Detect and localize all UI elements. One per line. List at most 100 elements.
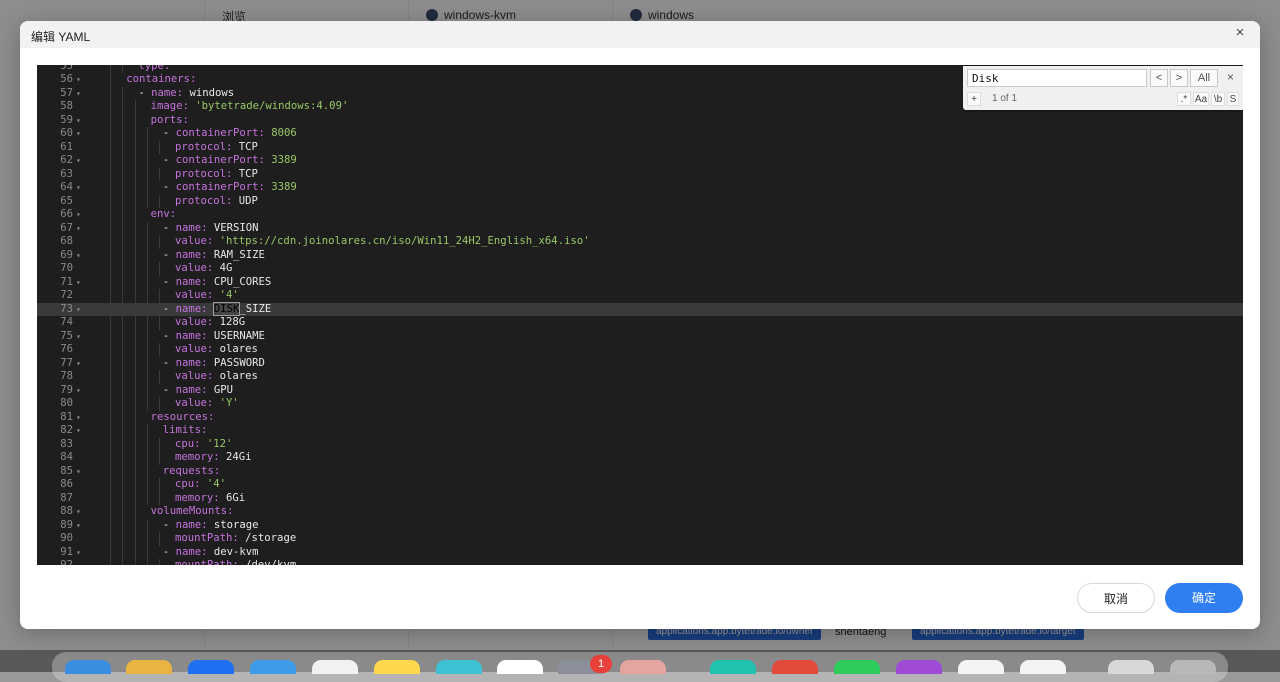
indent-guide	[122, 302, 124, 316]
fold-toggle-icon[interactable]: ▾	[76, 330, 81, 344]
fold-toggle-icon[interactable]: ▾	[76, 276, 81, 290]
indent-guide	[146, 383, 148, 397]
indent-guide	[110, 221, 112, 235]
confirm-button[interactable]: 确定	[1165, 583, 1243, 613]
code-token: name:	[175, 545, 214, 558]
indent-guide	[159, 559, 160, 565]
indent-guide	[159, 491, 160, 505]
indent-guide	[122, 113, 124, 127]
fold-toggle-icon[interactable]: ▾	[76, 154, 81, 168]
code-line: - name: dev-kvm	[163, 546, 259, 560]
fold-toggle-icon[interactable]: ▾	[76, 208, 81, 222]
code-line: mountPath: /storage	[175, 532, 296, 546]
fold-toggle-icon[interactable]: ▾	[76, 357, 81, 371]
code-line: image: 'bytetrade/windows:4.09'	[151, 100, 349, 114]
fold-toggle-icon[interactable]: ▾	[76, 505, 81, 519]
close-icon[interactable]: ×	[1232, 25, 1248, 41]
code-token: -	[162, 221, 176, 234]
code-line: cpu: '4'	[175, 478, 226, 492]
whole-word-toggle[interactable]: \b	[1211, 92, 1225, 106]
indent-guide	[110, 532, 112, 546]
find-all-button[interactable]: All	[1190, 69, 1218, 87]
line-number: 69	[60, 248, 73, 261]
code-token: -	[162, 127, 176, 139]
code-line: value: olares	[175, 343, 258, 357]
code-token: 4G	[219, 262, 233, 274]
code-token: /storage	[245, 532, 297, 544]
code-token: USERNAME	[213, 329, 265, 342]
line-number: 67	[60, 221, 73, 234]
code-token: protocol:	[175, 140, 239, 153]
indent-guide	[110, 181, 112, 195]
next-match-button[interactable]: >	[1170, 69, 1188, 87]
indent-guide	[122, 316, 124, 330]
fold-toggle-icon[interactable]: ▾	[76, 222, 81, 236]
indent-guide	[122, 383, 124, 397]
prev-match-button[interactable]: <	[1150, 69, 1168, 87]
code-line: resources:	[151, 411, 215, 425]
code-token: cpu:	[175, 478, 207, 490]
line-number: 86	[60, 478, 73, 490]
fold-toggle-icon[interactable]: ▾	[76, 546, 81, 560]
fold-toggle-icon[interactable]: ▾	[76, 303, 81, 317]
close-search-icon[interactable]: ×	[1227, 70, 1234, 84]
indent-guide	[134, 262, 136, 276]
line-number: 70	[60, 262, 73, 274]
indent-guide	[159, 262, 160, 276]
code-line: - name: storage	[163, 519, 259, 533]
indent-guide	[146, 329, 148, 343]
code-token: '4'	[219, 289, 239, 301]
indent-guide	[146, 275, 148, 289]
fold-toggle-icon[interactable]: ▾	[76, 424, 81, 438]
code-token: -	[162, 154, 176, 166]
code-token: olares	[219, 370, 258, 382]
code-token: containers:	[126, 73, 197, 85]
indent-guide	[110, 113, 112, 127]
cancel-button[interactable]: 取消	[1077, 583, 1155, 613]
indent-guide	[122, 437, 124, 451]
search-input[interactable]	[967, 69, 1147, 87]
indent-guide	[122, 235, 124, 249]
fold-toggle-icon[interactable]: ▾	[76, 127, 81, 141]
code-token: name:	[175, 356, 214, 369]
code-token: '4'	[206, 478, 227, 490]
fold-toggle-icon[interactable]: ▾	[76, 181, 81, 195]
fold-toggle-icon[interactable]: ▾	[76, 411, 81, 425]
indent-guide	[122, 194, 124, 208]
indent-guide	[159, 140, 160, 154]
indent-guide	[146, 437, 148, 451]
line-number: 71	[60, 275, 73, 288]
search-in-selection-toggle[interactable]: S	[1227, 92, 1239, 106]
code-area[interactable]: type: containers: - name: windows image: 'b…	[85, 65, 1243, 565]
fold-toggle-icon[interactable]: ▾	[76, 87, 81, 101]
fold-toggle-icon[interactable]: ▾	[76, 249, 81, 263]
fold-toggle-icon[interactable]: ▾	[76, 519, 81, 533]
code-token: CPU_CORES	[213, 275, 272, 288]
indent-guide	[134, 424, 136, 438]
fold-toggle-icon[interactable]: ▾	[76, 73, 81, 87]
line-number: 79	[60, 383, 73, 396]
indent-guide	[134, 451, 136, 465]
case-sensitive-toggle[interactable]: Aa	[1193, 92, 1209, 106]
indent-guide	[134, 289, 136, 303]
replace-toggle-button[interactable]: +	[967, 92, 981, 106]
indent-guide	[134, 491, 136, 505]
indent-guide	[122, 464, 124, 478]
yaml-code-editor[interactable]: 55 56 ▾ 57 ▾ 58 59 ▾ 60 ▾ 61 62 ▾ 63 64 ▾ 65 66 ▾ 67 ▾ 68 69 ▾ 7…	[37, 65, 1243, 565]
indent-guide	[146, 545, 148, 559]
indent-guide	[134, 154, 136, 168]
code-token: TCP	[238, 140, 258, 153]
fold-toggle-icon[interactable]: ▾	[76, 465, 81, 479]
code-token: VERSION	[213, 221, 259, 234]
indent-guide	[134, 545, 136, 559]
indent-guide	[134, 343, 136, 357]
code-line: containers:	[126, 73, 196, 87]
code-token: -	[138, 86, 152, 99]
fold-toggle-icon[interactable]: ▾	[76, 114, 81, 128]
fold-toggle-icon[interactable]: ▾	[76, 384, 81, 398]
code-token: 'https://cdn.joinolares.cn/iso/Win11_24H…	[219, 235, 590, 247]
indent-guide	[146, 532, 148, 546]
regex-toggle[interactable]: .*	[1177, 92, 1191, 106]
indent-guide	[110, 383, 112, 397]
indent-guide	[122, 275, 124, 289]
